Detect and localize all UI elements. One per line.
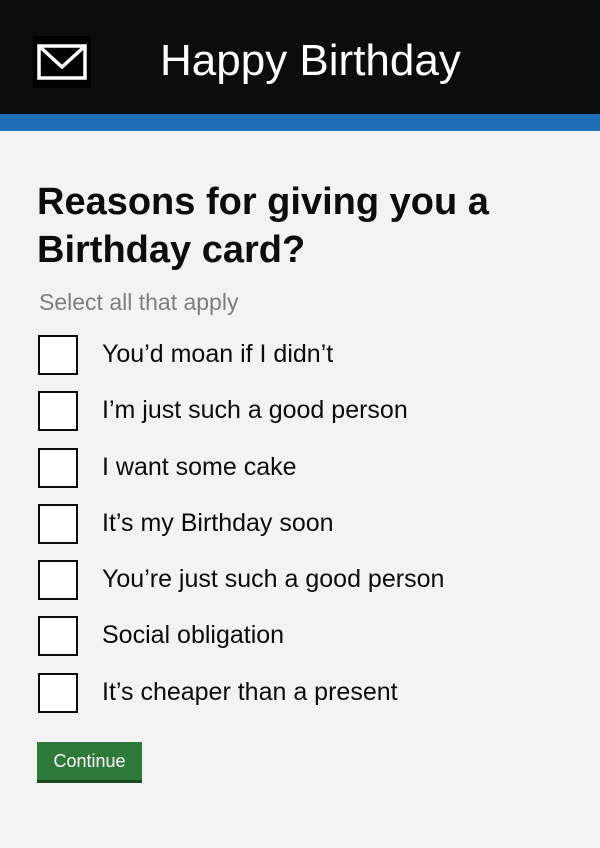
checkbox[interactable] <box>38 560 78 601</box>
checkbox-label[interactable]: I want some cake <box>102 451 297 483</box>
header-title: Happy Birthday <box>160 36 461 85</box>
checkbox-label[interactable]: It’s cheaper than a present <box>102 676 398 708</box>
checkbox[interactable] <box>38 672 78 713</box>
continue-button[interactable]: Continue <box>37 742 142 780</box>
question-title: Reasons for giving you a Birthday card? <box>37 181 489 271</box>
site-header: Happy Birthday <box>0 0 600 114</box>
checkbox-label[interactable]: Social obligation <box>102 619 284 651</box>
checkbox[interactable] <box>38 391 78 432</box>
envelope-icon[interactable] <box>33 36 91 88</box>
question-hint: Select all that apply <box>39 289 239 315</box>
checkbox-label[interactable]: You’d moan if I didn’t <box>102 338 333 370</box>
checkbox[interactable] <box>38 447 78 488</box>
checkbox[interactable] <box>38 616 78 657</box>
header-stripe <box>0 114 600 131</box>
checkbox-label[interactable]: It’s my Birthday soon <box>102 507 334 539</box>
checkbox[interactable] <box>38 335 78 375</box>
checkbox[interactable] <box>38 503 78 544</box>
checkbox-label[interactable]: I’m just such a good person <box>102 394 408 426</box>
checkbox-label[interactable]: You’re just such a good person <box>102 563 444 595</box>
